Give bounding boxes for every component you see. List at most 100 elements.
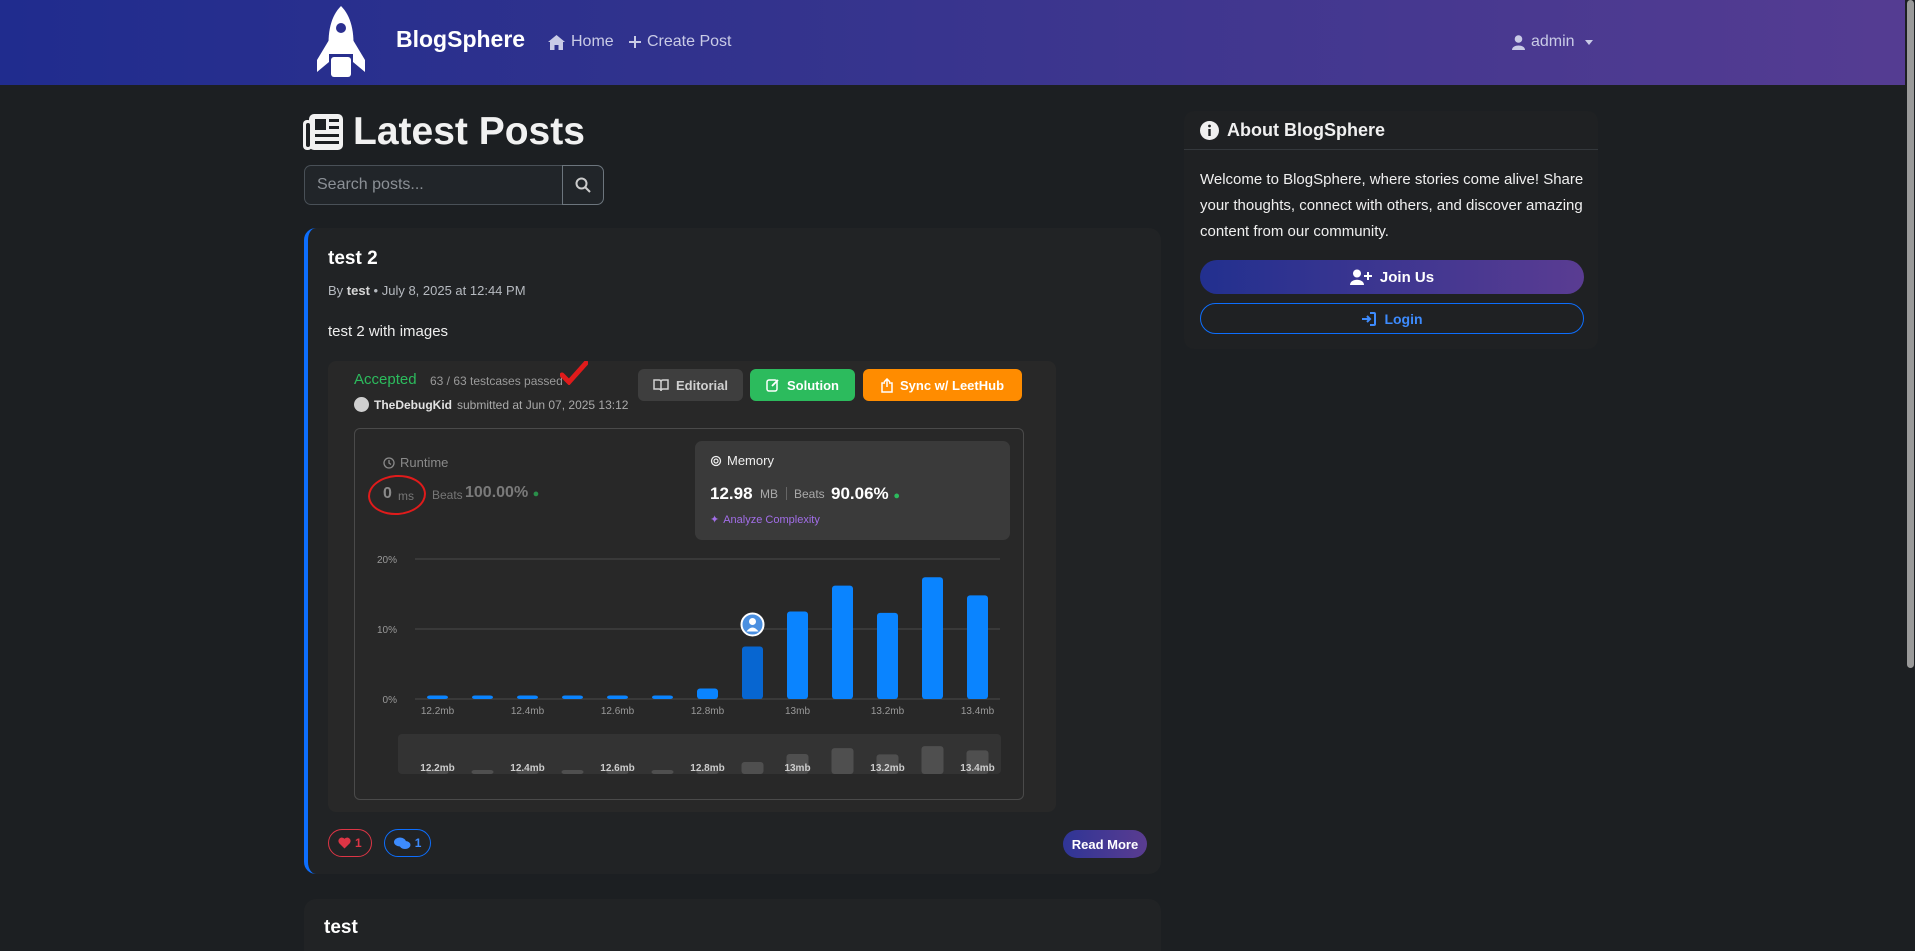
post-image-leetcode-submission: Accepted 63 / 63 testcases passed TheDeb… xyxy=(328,361,1056,812)
bar xyxy=(472,695,493,699)
minimap-bar xyxy=(561,770,584,774)
home-icon xyxy=(548,34,565,50)
join-us-label: Join Us xyxy=(1379,268,1435,286)
about-header: About BlogSphere xyxy=(1184,111,1598,150)
minimap-label: 13.2mb xyxy=(870,763,904,774)
like-button[interactable]: 1 xyxy=(328,829,372,857)
x-tick-label: 13.4mb xyxy=(961,706,995,717)
testcases-passed: 63 / 63 testcases passed xyxy=(430,374,563,388)
minimap-bar xyxy=(921,746,944,774)
sparkle-icon: ✦ xyxy=(710,514,720,526)
submitter-name: TheDebugKid xyxy=(374,397,452,412)
post-title[interactable]: test 2 xyxy=(328,248,378,270)
memory-label: Memory xyxy=(710,453,774,468)
submitted-time: submitted at Jun 07, 2025 13:12 xyxy=(457,397,629,412)
submitter-info: TheDebugKid submitted at Jun 07, 2025 13… xyxy=(354,397,628,412)
post-card: test 2 By test • July 8, 2025 at 12:44 P… xyxy=(304,228,1161,874)
minimap-bar xyxy=(651,770,674,774)
nav-create-post-link[interactable]: Create Post xyxy=(629,33,731,51)
avatar-icon xyxy=(749,618,756,625)
edit-icon xyxy=(766,379,779,392)
login-label: Login xyxy=(1384,310,1423,327)
user-menu-dropdown[interactable]: admin xyxy=(1512,33,1593,51)
comment-count: 1 xyxy=(414,836,422,850)
search-icon xyxy=(575,177,591,193)
bar xyxy=(652,695,673,699)
navbar: BlogSphere Home Create Post admin xyxy=(0,0,1915,85)
post-body: test 2 with images xyxy=(328,323,449,340)
search-bar xyxy=(304,165,604,205)
memory-box: Memory 12.98 MB Beats 90.06% ● ✦ Analyze… xyxy=(695,441,1010,540)
leethub-label: Sync w/ LeetHub xyxy=(899,377,1005,393)
login-button[interactable]: Login xyxy=(1200,303,1584,334)
x-tick-label: 12.2mb xyxy=(421,706,455,717)
nav-home-link[interactable]: Home xyxy=(548,33,614,51)
runtime-beats-percent: 100.00% ● xyxy=(465,484,539,502)
read-more-button[interactable]: Read More xyxy=(1063,830,1147,858)
submission-stats: Runtime 0 ms Beats 100.00% ● Memory 12.9… xyxy=(354,428,1024,800)
user-icon xyxy=(1512,34,1525,50)
about-card: About BlogSphere Welcome to BlogSphere, … xyxy=(1184,111,1598,349)
y-tick-label: 10% xyxy=(377,625,397,636)
runtime-label: Runtime xyxy=(383,455,448,470)
scrollbar-thumb[interactable] xyxy=(1907,0,1914,668)
runtime-beats-label: Beats xyxy=(432,488,463,502)
bar xyxy=(427,695,448,699)
analyze-complexity-link: ✦ Analyze Complexity xyxy=(710,513,820,527)
editorial-label: Editorial xyxy=(675,377,728,393)
bar xyxy=(787,611,808,699)
minimap-bar xyxy=(831,748,854,774)
brand-name[interactable]: BlogSphere xyxy=(396,26,525,53)
minimap-label: 12.4mb xyxy=(510,763,544,774)
comments-button[interactable]: 1 xyxy=(383,829,432,857)
about-title: About BlogSphere xyxy=(1227,119,1385,140)
post-date: • July 8, 2025 at 12:44 PM xyxy=(373,283,526,298)
sign-in-icon xyxy=(1362,311,1377,326)
runtime-label-text: Runtime xyxy=(400,455,449,470)
book-icon xyxy=(653,378,669,391)
red-annotation-circle xyxy=(366,473,428,517)
editorial-button: Editorial xyxy=(638,369,743,401)
divider xyxy=(786,487,787,500)
minimap-label: 13mb xyxy=(784,763,810,774)
join-us-button[interactable]: Join Us xyxy=(1200,260,1584,294)
info-icon xyxy=(1200,120,1219,140)
search-button[interactable] xyxy=(562,165,604,205)
sync-leethub-button: Sync w/ LeetHub xyxy=(863,369,1022,401)
y-tick-label: 20% xyxy=(377,555,397,566)
page-title: Latest Posts xyxy=(303,110,585,154)
heart-icon xyxy=(338,837,351,849)
solution-label: Solution xyxy=(787,377,839,393)
x-tick-label: 13.2mb xyxy=(871,706,905,717)
post-by-label: By xyxy=(328,283,344,298)
bar xyxy=(562,695,583,699)
search-input[interactable] xyxy=(304,165,562,205)
minimap-label: 12.2mb xyxy=(420,763,454,774)
bar xyxy=(832,585,853,699)
chip-icon xyxy=(710,455,722,466)
beats-bug-icon: ● xyxy=(893,490,901,502)
bar xyxy=(517,695,538,699)
minimap-bar xyxy=(741,762,764,774)
share-icon xyxy=(881,377,893,393)
memory-value: 12.98 xyxy=(710,484,753,503)
bar xyxy=(967,595,988,699)
bar xyxy=(697,688,718,699)
red-checkmark-icon xyxy=(560,361,588,385)
memory-label-text: Memory xyxy=(727,453,774,468)
memory-beats-value: 90.06% xyxy=(831,484,889,503)
user-name: admin xyxy=(1531,33,1575,50)
comments-icon xyxy=(393,837,411,849)
about-text: Welcome to BlogSphere, where stories com… xyxy=(1200,171,1584,240)
post-title[interactable]: test xyxy=(324,917,358,939)
plus-icon xyxy=(629,36,641,48)
minimap-label: 12.8mb xyxy=(690,763,724,774)
rocket-logo-icon[interactable] xyxy=(313,2,369,82)
bar xyxy=(877,612,898,699)
memory-beats-percent: 90.06% ● xyxy=(831,484,900,504)
bar xyxy=(607,695,628,699)
bar xyxy=(742,646,763,699)
post-meta: By test • July 8, 2025 at 12:44 PM xyxy=(328,283,526,298)
bar xyxy=(922,577,943,699)
status-accepted: Accepted xyxy=(354,371,417,388)
